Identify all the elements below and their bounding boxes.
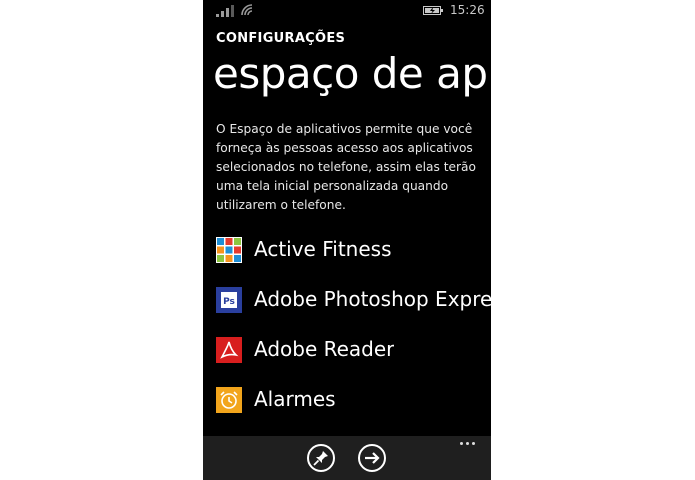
list-item-adobe-photoshop-express[interactable]: Ps Adobe Photoshop Express [216,283,491,333]
next-button[interactable] [358,444,386,472]
alarm-clock-icon [216,387,242,413]
status-time: 15:26 [450,3,485,17]
svg-text:Ps: Ps [223,297,235,307]
pin-icon [313,451,328,466]
adobe-reader-icon [216,337,242,363]
wifi-icon [241,4,253,16]
list-item-active-fitness[interactable]: Active Fitness [216,233,491,283]
app-label: Adobe Reader [254,337,395,361]
settings-section-label: CONFIGURAÇÕES [216,31,346,46]
page-description: O Espaço de aplicativos permite que você… [216,122,476,212]
more-dots-icon[interactable] [460,442,478,448]
phone-screen: 15:26 CONFIGURAÇÕES espaço de aplicativo… [203,0,491,480]
app-list: Active Fitness Ps Adobe Photoshop Expres… [216,233,491,433]
battery-charging-icon [423,6,443,15]
status-bar: 15:26 [203,0,491,24]
app-label: Active Fitness [254,237,392,261]
pin-button[interactable] [307,444,335,472]
app-label: Adobe Photoshop Express [254,287,491,311]
photoshop-express-icon: Ps [216,287,242,313]
arrow-right-icon [365,452,380,464]
app-bar [203,436,491,480]
active-fitness-icon [216,237,242,263]
app-label: Alarmes [254,387,336,411]
list-item-adobe-reader[interactable]: Adobe Reader [216,333,491,383]
list-item-alarmes[interactable]: Alarmes [216,383,491,433]
page-title: espaço de aplicativos [213,49,491,98]
signal-strength-icon [216,5,238,17]
